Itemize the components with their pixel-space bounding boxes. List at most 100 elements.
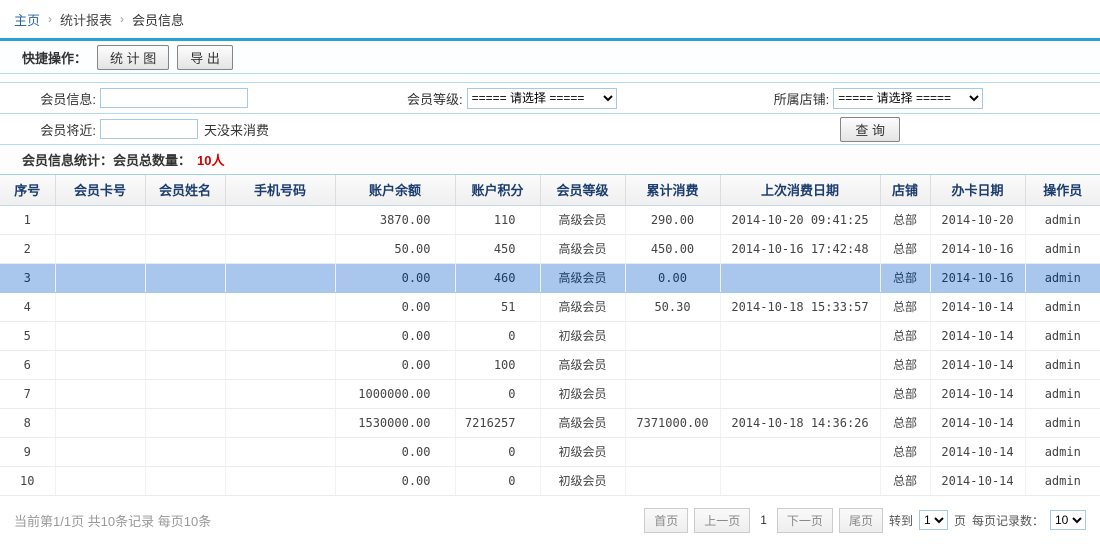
cell-op: admin — [1025, 263, 1100, 292]
cell-total: 290.00 — [625, 205, 720, 234]
col-header-level: 会员等级 — [540, 175, 625, 205]
last-page-button[interactable]: 尾页 — [839, 508, 883, 533]
statistics-chart-button[interactable]: 统 计 图 — [97, 45, 169, 70]
col-header-last-spend-date: 上次消费日期 — [720, 175, 880, 205]
cell-name — [145, 408, 225, 437]
cell-last — [720, 466, 880, 495]
col-header-store: 店铺 — [880, 175, 930, 205]
recent-days-label: 会员将近: — [0, 120, 100, 139]
cell-points: 7216257 — [455, 408, 540, 437]
cell-card — [55, 437, 145, 466]
cell-level: 初级会员 — [540, 321, 625, 350]
cell-balance: 0.00 — [335, 321, 455, 350]
cell-level: 高级会员 — [540, 292, 625, 321]
cell-no: 8 — [0, 408, 55, 437]
cell-balance: 1000000.00 — [335, 379, 455, 408]
col-header-phone: 手机号码 — [225, 175, 335, 205]
col-header-operator: 操作员 — [1025, 175, 1100, 205]
recent-days-input[interactable] — [100, 119, 198, 139]
cell-balance: 50.00 — [335, 234, 455, 263]
cell-date: 2014-10-14 — [930, 321, 1025, 350]
table-row[interactable]: 50.000初级会员总部2014-10-14admin — [0, 321, 1100, 350]
pagination: 首页 上一页 1 下一页 尾页 转到 1 页 每页记录数： 10 — [644, 508, 1086, 533]
recent-days-suffix: 天没来消费 — [204, 120, 269, 139]
col-header-no: 序号 — [0, 175, 55, 205]
first-page-button[interactable]: 首页 — [644, 508, 688, 533]
table-row[interactable]: 100.000初级会员总部2014-10-14admin — [0, 466, 1100, 495]
pagesize-select[interactable]: 10 — [1050, 510, 1086, 530]
cell-phone — [225, 379, 335, 408]
member-level-filter: 会员等级: ===== 请选择 ===== — [367, 88, 734, 109]
cell-points: 51 — [455, 292, 540, 321]
cell-level: 初级会员 — [540, 379, 625, 408]
cell-op: admin — [1025, 350, 1100, 379]
table-row[interactable]: 30.00460高级会员0.00总部2014-10-16admin — [0, 263, 1100, 292]
cell-balance: 0.00 — [335, 466, 455, 495]
breadcrumb-separator: › — [120, 12, 124, 26]
member-level-select[interactable]: ===== 请选择 ===== — [467, 88, 617, 109]
cell-name — [145, 205, 225, 234]
table-row[interactable]: 250.00450高级会员450.002014-10-16 17:42:48总部… — [0, 234, 1100, 263]
member-table-body: 13870.00110高级会员290.002014-10-20 09:41:25… — [0, 205, 1100, 495]
breadcrumb-home-link[interactable]: 主页 — [14, 10, 40, 29]
member-info-input[interactable] — [100, 88, 248, 108]
cell-no: 9 — [0, 437, 55, 466]
cell-date: 2014-10-14 — [930, 350, 1025, 379]
cell-name — [145, 466, 225, 495]
cell-total — [625, 350, 720, 379]
cell-card — [55, 205, 145, 234]
col-header-balance: 账户余额 — [335, 175, 455, 205]
cell-total — [625, 466, 720, 495]
cell-op: admin — [1025, 437, 1100, 466]
cell-level: 高级会员 — [540, 234, 625, 263]
cell-balance: 0.00 — [335, 437, 455, 466]
cell-name — [145, 234, 225, 263]
export-button[interactable]: 导 出 — [177, 45, 233, 70]
cell-phone — [225, 205, 335, 234]
query-button[interactable]: 查 询 — [840, 117, 900, 142]
table-row[interactable]: 90.000初级会员总部2014-10-14admin — [0, 437, 1100, 466]
cell-last: 2014-10-16 17:42:48 — [720, 234, 880, 263]
cell-date: 2014-10-20 — [930, 205, 1025, 234]
cell-store: 总部 — [880, 321, 930, 350]
cell-name — [145, 292, 225, 321]
next-page-button[interactable]: 下一页 — [777, 508, 833, 533]
cell-name — [145, 263, 225, 292]
col-header-total-spend: 累计消费 — [625, 175, 720, 205]
table-row[interactable]: 40.0051高级会员50.302014-10-18 15:33:57总部201… — [0, 292, 1100, 321]
cell-card — [55, 234, 145, 263]
cell-name — [145, 379, 225, 408]
cell-store: 总部 — [880, 292, 930, 321]
cell-level: 初级会员 — [540, 466, 625, 495]
breadcrumb-reports-link[interactable]: 统计报表 — [60, 10, 112, 29]
cell-points: 450 — [455, 234, 540, 263]
col-header-card-no: 会员卡号 — [55, 175, 145, 205]
cell-level: 高级会员 — [540, 350, 625, 379]
store-filter: 所属店铺: ===== 请选择 ===== — [733, 88, 1100, 109]
goto-page-select[interactable]: 1 — [919, 510, 948, 530]
filter-panel: 会员信息: 会员等级: ===== 请选择 ===== 所属店铺: ===== … — [0, 82, 1100, 145]
table-row[interactable]: 60.00100高级会员总部2014-10-14admin — [0, 350, 1100, 379]
cell-card — [55, 408, 145, 437]
cell-phone — [225, 466, 335, 495]
cell-date: 2014-10-14 — [930, 437, 1025, 466]
cell-last: 2014-10-18 14:36:26 — [720, 408, 880, 437]
table-row[interactable]: 13870.00110高级会员290.002014-10-20 09:41:25… — [0, 205, 1100, 234]
cell-card — [55, 321, 145, 350]
cell-phone — [225, 408, 335, 437]
cell-phone — [225, 437, 335, 466]
cell-balance: 0.00 — [335, 292, 455, 321]
cell-balance: 3870.00 — [335, 205, 455, 234]
store-select[interactable]: ===== 请选择 ===== — [833, 88, 983, 109]
prev-page-button[interactable]: 上一页 — [694, 508, 750, 533]
cell-op: admin — [1025, 466, 1100, 495]
cell-last — [720, 321, 880, 350]
table-row[interactable]: 71000000.000初级会员总部2014-10-14admin — [0, 379, 1100, 408]
pagesize-label: 每页记录数： — [972, 512, 1044, 529]
cell-name — [145, 437, 225, 466]
quick-actions-label: 快捷操作： — [22, 48, 87, 67]
summary-count: 10人 — [197, 150, 224, 169]
summary-bar: 会员信息统计：会员总数量： 10人 — [0, 145, 1100, 175]
table-row[interactable]: 81530000.007216257高级会员7371000.002014-10-… — [0, 408, 1100, 437]
cell-store: 总部 — [880, 379, 930, 408]
